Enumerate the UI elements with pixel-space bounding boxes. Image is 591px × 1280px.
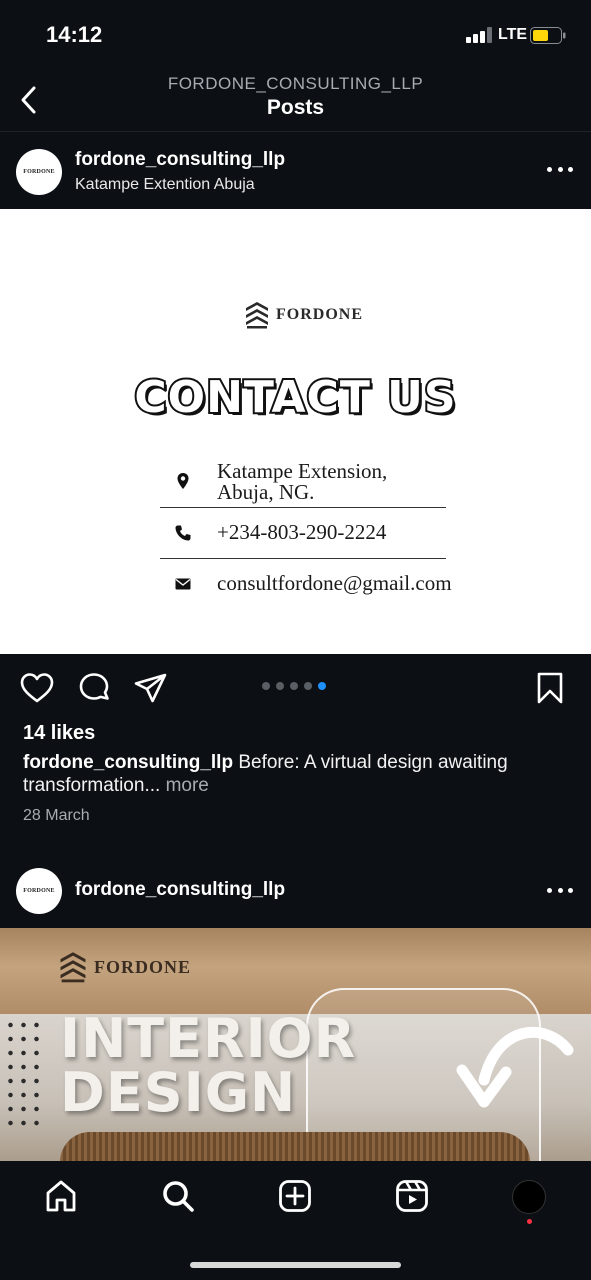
more-options-button[interactable] — [547, 159, 573, 179]
post-header: FORDONE fordone_consulting_llp — [0, 852, 591, 928]
notification-dot — [527, 1219, 532, 1224]
more-dot-icon — [568, 166, 573, 172]
brand-logo: FORDONE — [244, 300, 363, 330]
avatar[interactable]: FORDONE — [16, 149, 62, 195]
avatar[interactable]: FORDONE — [16, 868, 62, 914]
address-line-1: Katampe Extension, — [217, 459, 388, 483]
tab-create[interactable] — [275, 1176, 315, 1216]
home-icon — [46, 1180, 76, 1212]
reels-icon — [396, 1180, 428, 1212]
carousel-dot — [262, 682, 270, 690]
post-location[interactable]: Katampe Extention Abuja — [75, 176, 255, 194]
bookmark-icon[interactable] — [532, 670, 568, 706]
divider — [160, 558, 446, 559]
likes-count[interactable]: 14 likes — [23, 722, 95, 745]
post-caption: fordone_consulting_llp Before: A virtual… — [23, 751, 568, 797]
tab-search[interactable] — [158, 1176, 198, 1216]
brand-name: FORDONE — [276, 306, 363, 323]
location-pin-icon — [177, 473, 189, 489]
contact-heading: CONTACT US — [132, 370, 457, 425]
more-dot-icon — [557, 166, 563, 172]
post-username[interactable]: fordone_consulting_llp — [75, 149, 285, 171]
post-username[interactable]: fordone_consulting_llp — [75, 879, 285, 901]
more-dot-icon — [568, 887, 573, 893]
interior-design-heading: INTERIOR DESIGN — [60, 1012, 356, 1120]
network-label: LTE — [498, 26, 528, 43]
caption-username[interactable]: fordone_consulting_llp — [23, 752, 233, 773]
email-address: consultfordone@gmail.com — [217, 571, 452, 595]
status-bar: 14:12 LTE — [0, 0, 591, 66]
address-line-2: Abuja, NG. — [217, 480, 315, 504]
more-options-button[interactable] — [547, 880, 573, 900]
search-icon — [163, 1181, 194, 1212]
heading-line-2: DESIGN — [60, 1061, 297, 1124]
brand-name: FORDONE — [94, 956, 191, 977]
home-indicator[interactable] — [190, 1262, 401, 1268]
heading-line-1: INTERIOR — [60, 1007, 357, 1070]
post-actions — [0, 668, 591, 710]
status-time: 14:12 — [46, 22, 103, 47]
nav-header: FORDONE_CONSULTING_LLP Posts — [0, 66, 591, 132]
signal-icon — [466, 27, 492, 43]
wood-slats — [60, 1132, 530, 1164]
carousel-dot-active — [318, 682, 326, 690]
battery-icon — [530, 27, 566, 44]
tab-reels[interactable] — [392, 1176, 432, 1216]
carousel-dot — [290, 682, 298, 690]
more-dot-icon — [557, 887, 563, 893]
page-title: Posts — [266, 96, 325, 119]
carousel-dot — [304, 682, 312, 690]
caption-more-link[interactable]: more — [166, 775, 209, 796]
carousel-dot — [276, 682, 284, 690]
tab-profile[interactable] — [512, 1180, 546, 1214]
comment-icon[interactable] — [76, 670, 112, 706]
tab-home[interactable] — [41, 1176, 81, 1216]
avatar-logo-text: FORDONE — [23, 169, 55, 175]
dot-pattern — [4, 1018, 44, 1128]
fordone-logo-icon — [246, 302, 268, 329]
post-header: FORDONE fordone_consulting_llp Katampe E… — [0, 133, 591, 209]
account-name: FORDONE_CONSULTING_LLP — [167, 74, 424, 93]
post-image[interactable]: FORDONE INTERIOR DESIGN — [0, 928, 591, 1164]
phone-number: +234-803-290-2224 — [217, 520, 387, 544]
share-send-icon[interactable] — [133, 670, 169, 706]
phone-icon — [175, 525, 191, 541]
fordone-logo-icon — [60, 952, 86, 983]
brand-logo: FORDONE — [58, 950, 191, 984]
avatar-logo-text: FORDONE — [23, 888, 55, 894]
carousel-indicator — [262, 682, 326, 690]
post-date: 28 March — [23, 807, 90, 824]
curved-arrow-icon — [456, 1026, 574, 1108]
like-heart-icon[interactable] — [19, 670, 55, 706]
create-icon — [279, 1180, 311, 1212]
divider — [160, 507, 446, 508]
more-dot-icon — [547, 887, 552, 893]
mail-icon — [175, 578, 191, 590]
more-dot-icon — [547, 166, 552, 172]
